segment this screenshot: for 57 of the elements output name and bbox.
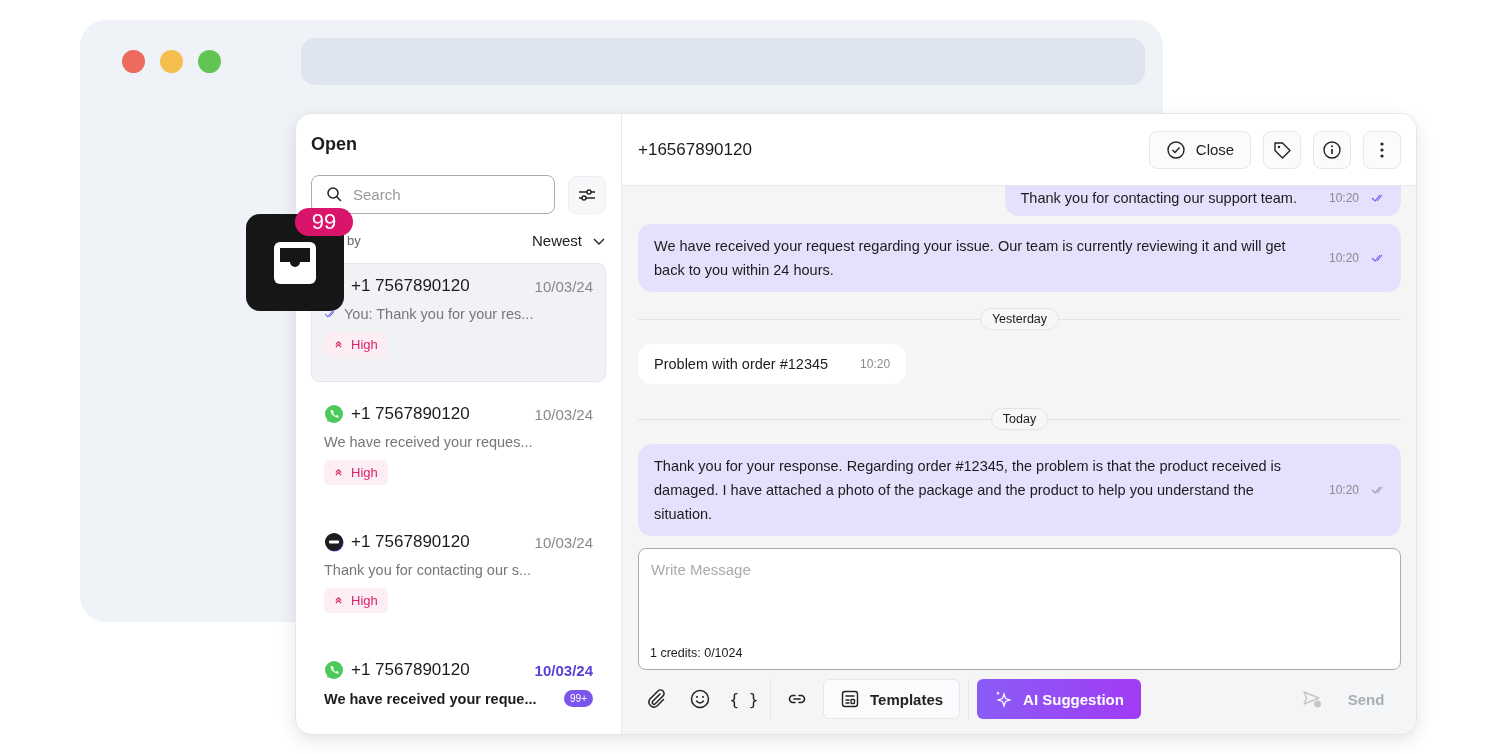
search-field[interactable]: Search <box>311 175 555 214</box>
contact-phone: +1 7567890120 <box>351 404 470 424</box>
priority-tag: High <box>324 588 388 613</box>
message-time: 10:20 <box>860 356 891 373</box>
close-button[interactable]: Close <box>1149 130 1251 169</box>
message-text: Problem with order #12345 <box>654 355 830 374</box>
unread-count: 99+ <box>564 690 593 707</box>
sort-dropdown[interactable]: Newest <box>531 232 606 249</box>
message-time: 10:20 <box>1328 250 1359 267</box>
check-circle-icon <box>1165 139 1186 160</box>
conversation-date: 10/03/24 <box>534 277 593 295</box>
conversation-item[interactable]: +1 7567890120 10/03/24 You: Thank you for your res... High <box>311 263 606 382</box>
template-icon <box>840 689 860 709</box>
priority-tag: High <box>324 332 388 357</box>
search-icon <box>326 186 342 202</box>
contact-phone: +1 7567890120 <box>351 532 470 552</box>
filter-button[interactable] <box>568 175 606 214</box>
message-preview: You: Thank you for your res... <box>344 306 534 322</box>
conversation-date: 10/03/24 <box>534 661 593 679</box>
conversation-date: 10/03/24 <box>534 405 593 423</box>
chevrons-up-icon <box>334 468 343 477</box>
chevrons-up-icon <box>334 340 343 349</box>
more-icon <box>1380 141 1384 158</box>
message-preview: Thank you for contacting our s... <box>324 562 532 578</box>
message-time: 10:20 <box>1328 190 1359 207</box>
credits-counter: 1 credits: 0/1024 <box>650 646 743 660</box>
conversation-item[interactable]: +1 7567890120 10/03/24 We have received your reques... High <box>311 391 606 510</box>
message-text: Thank you for contacting our support team. <box>1020 189 1298 208</box>
info-icon <box>1322 139 1342 160</box>
conversation-item[interactable]: +1 7567890120 10/03/24 Thank you for contacting our s... High <box>311 519 606 638</box>
message-text: Thank you for your response. Regarding order #12345, the problem is that the product received is damaged. I have attached a photo of the package and the product to help you understand the situation. <box>654 457 1283 524</box>
variables-button[interactable]: { } <box>726 681 762 717</box>
chat-bubble-icon <box>324 660 344 680</box>
templates-button[interactable]: Templates <box>823 679 961 719</box>
contact-number: +16567890120 <box>638 139 752 160</box>
tag-button[interactable] <box>1263 130 1301 169</box>
conversation-date: 10/03/24 <box>534 533 593 551</box>
chevrons-up-icon <box>334 596 343 605</box>
message-preview: We have received your reques... <box>324 434 533 450</box>
notification-badge: 99 <box>295 208 353 236</box>
window-control[interactable] <box>122 50 145 73</box>
date-divider: Today <box>990 408 1049 430</box>
contact-phone: +1 7567890120 <box>351 276 470 296</box>
sort-label: by <box>347 233 361 248</box>
info-button[interactable] <box>1313 130 1351 169</box>
inbox-app-icon[interactable] <box>246 214 344 311</box>
message-preview: We have received your reque... <box>324 690 537 707</box>
inbox-title: Open <box>311 134 358 155</box>
conversation-item[interactable]: +1 7567890120 10/03/24 We have received your reque... 99+ <box>311 647 606 734</box>
message-text: We have received your request regarding your issue. Our team is currently reviewing it and will get back to you within 24 hours. <box>654 237 1287 280</box>
date-divider: Yesterday <box>979 308 1060 330</box>
priority-tag: High <box>324 460 388 485</box>
ai-suggestion-button[interactable]: AI Suggestion <box>977 679 1141 719</box>
message-time: 10:20 <box>1328 482 1359 499</box>
chat-bubble-icon <box>324 404 344 424</box>
contact-phone: +1 7567890120 <box>351 660 470 680</box>
tag-icon <box>1272 139 1292 160</box>
